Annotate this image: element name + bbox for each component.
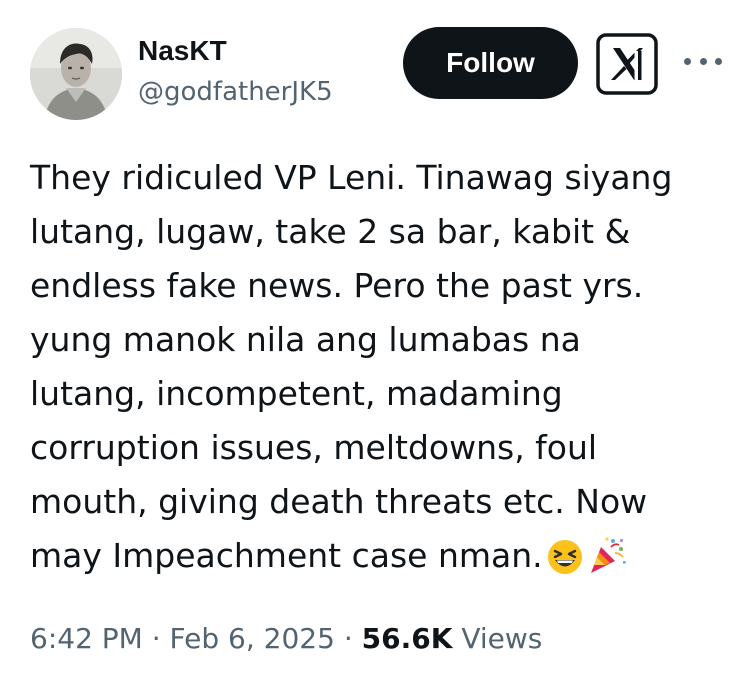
tweet-text: They ridiculed VP Leni. Tinawag siyang l…: [30, 151, 730, 591]
more-options-icon[interactable]: [684, 54, 722, 68]
tweet-time[interactable]: 6:42 PM: [30, 622, 143, 655]
dot: [684, 57, 691, 65]
display-name[interactable]: NasKT: [138, 34, 227, 68]
views-count: 56.6K: [361, 622, 453, 655]
party-popper-emoji: [587, 535, 627, 591]
tweet-line: endless fake news. Pero the past yrs.: [30, 266, 644, 305]
tweet-line-text: may Impeachment case nman.: [30, 536, 543, 575]
separator: ·: [343, 622, 353, 655]
dot: [699, 57, 707, 65]
views-label: Views: [461, 622, 543, 655]
tweet-line: mouth, giving death threats etc. Now: [30, 482, 648, 521]
tweet-line: yung manok nila ang lumabas na: [30, 320, 581, 359]
tweet-line: They ridiculed VP Leni. Tinawag siyang: [30, 158, 673, 197]
avatar[interactable]: [30, 28, 122, 120]
tweet-line: lutang, incompetent, madaming: [30, 374, 563, 413]
x-logo-icon[interactable]: [596, 33, 658, 95]
user-handle[interactable]: @godfatherJK5: [138, 75, 333, 109]
dot: [715, 57, 722, 65]
grinning-squinting-face-emoji: [547, 537, 583, 591]
tweet-line: corruption issues, meltdowns, foul: [30, 428, 598, 467]
tweet-line: lutang, lugaw, take 2 sa bar, kabit &: [30, 212, 631, 251]
tweet-meta: 6:42 PM · Feb 6, 2025 · 56.6K Views: [30, 619, 542, 659]
follow-button[interactable]: Follow: [403, 27, 578, 99]
separator: ·: [151, 622, 161, 655]
profile-photo-icon: [30, 28, 122, 120]
tweet-last-line: may Impeachment case nman.: [30, 529, 730, 591]
tweet-date[interactable]: Feb 6, 2025: [170, 622, 335, 655]
